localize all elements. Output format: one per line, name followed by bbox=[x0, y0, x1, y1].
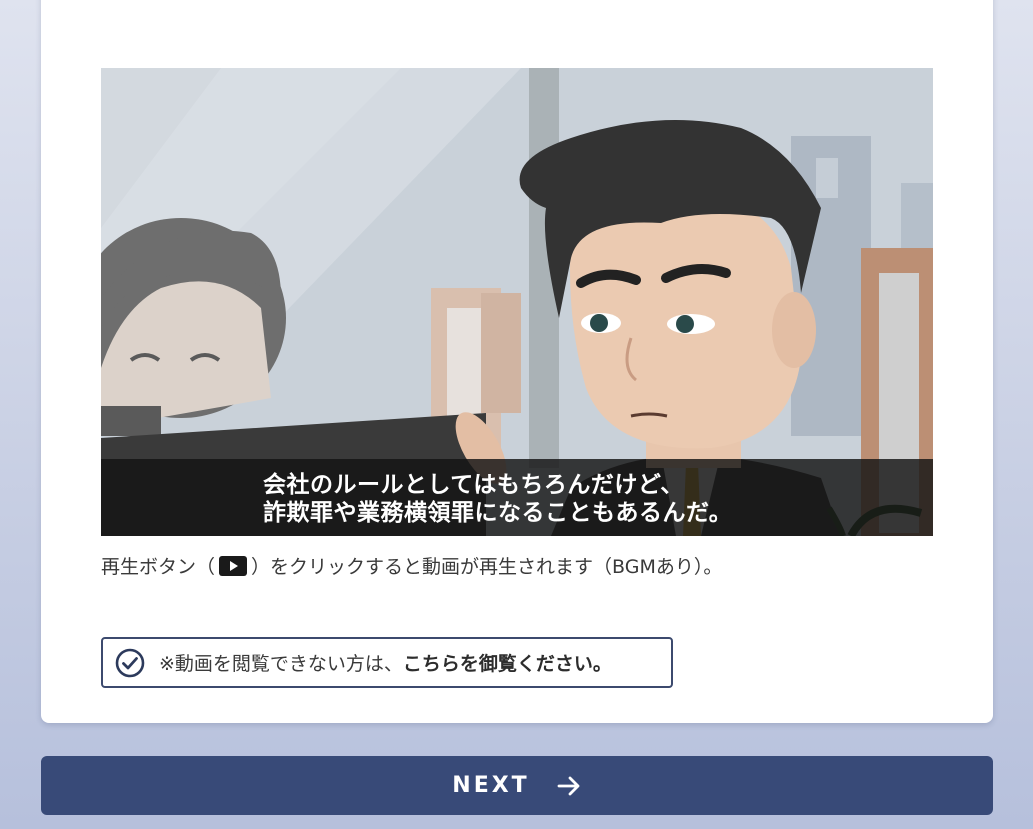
subtitle-line-1: 会社のルールとしてはもちろんだけど、 bbox=[263, 472, 684, 498]
video-player[interactable]: 会社のルールとしてはもちろんだけど、 詐欺罪や業務横領罪になることもあるんだ。 bbox=[101, 68, 933, 536]
check-circle-icon bbox=[115, 648, 145, 677]
notice-text: ※動画を閲覧できない方は、こちらを御覧ください。 bbox=[159, 649, 612, 676]
instruction-text-before: 再生ボタン（ bbox=[101, 556, 216, 578]
play-instruction: 再生ボタン（ ）をクリックすると動画が再生されます（BGMあり）。 bbox=[101, 552, 722, 579]
next-button-label: NEXT bbox=[452, 773, 530, 798]
next-button[interactable]: NEXT bbox=[41, 756, 993, 815]
content-card: 会社のルールとしてはもちろんだけど、 詐欺罪や業務横領罪になることもあるんだ。 … bbox=[41, 0, 993, 723]
notice-prefix: ※動画を閲覧できない方は、 bbox=[159, 653, 403, 675]
subtitle-line-2: 詐欺罪や業務横領罪になることもあるんだ。 bbox=[263, 500, 733, 526]
arrow-right-icon bbox=[557, 776, 580, 795]
notice-link-text[interactable]: こちらを御覧ください。 bbox=[403, 653, 612, 675]
subtitle-text: 会社のルールとしてはもちろんだけど、 詐欺罪や業務横領罪になることもあるんだ。 bbox=[263, 471, 732, 527]
alternate-content-link[interactable]: ※動画を閲覧できない方は、こちらを御覧ください。 bbox=[101, 637, 673, 688]
instruction-text-after: ）をクリックすると動画が再生されます（BGMあり）。 bbox=[251, 556, 723, 578]
play-icon bbox=[219, 555, 248, 576]
subtitle-bar: 会社のルールとしてはもちろんだけど、 詐欺罪や業務横領罪になることもあるんだ。 bbox=[101, 459, 933, 536]
